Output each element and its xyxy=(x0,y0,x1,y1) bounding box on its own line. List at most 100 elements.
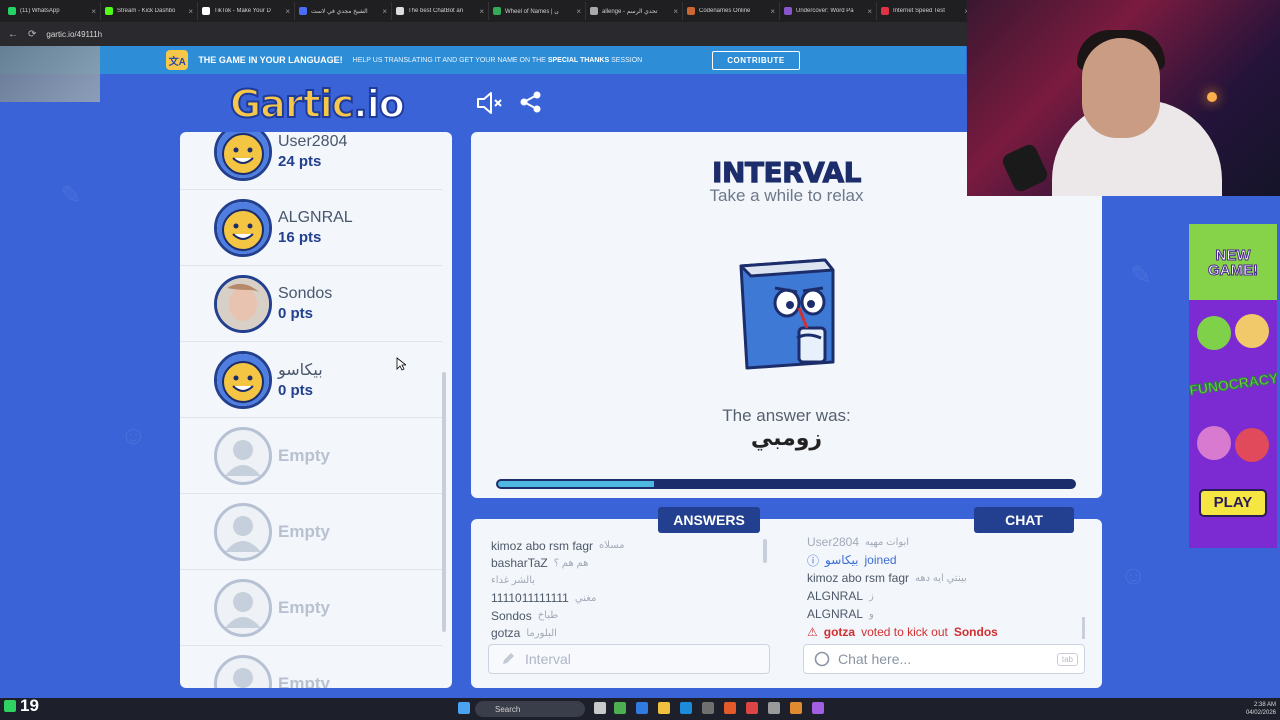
browser-tab[interactable]: Internet Speed Test× xyxy=(877,2,974,20)
taskbar-app-icon[interactable] xyxy=(768,702,780,714)
viewer-icon xyxy=(4,700,16,712)
banner-subtitle-bold: SPECIAL THANKS xyxy=(547,56,610,64)
gartic-logo[interactable]: Gartic.io xyxy=(229,81,406,127)
share-icon[interactable] xyxy=(520,91,542,113)
tab-chat[interactable]: CHAT xyxy=(974,507,1074,533)
tab-title: The best ChatBot an xyxy=(408,8,464,14)
microphone xyxy=(1000,142,1050,194)
ad-character-icon xyxy=(1235,428,1269,462)
tab-close-icon[interactable]: × xyxy=(673,7,678,16)
answers-scrollbar[interactable] xyxy=(763,539,767,563)
player-row[interactable]: Sondos 0 pts xyxy=(180,266,442,342)
sound-muted-icon[interactable] xyxy=(476,92,502,114)
taskbar-app-icon[interactable] xyxy=(680,702,692,714)
player-name: Empty xyxy=(278,445,330,465)
advertisement-banner[interactable]: NEW GAME! FUNOCRACY PLAY xyxy=(1189,224,1277,548)
avatar xyxy=(214,350,272,409)
answer-label: The answer was: xyxy=(722,406,851,425)
taskbar-app-icon[interactable] xyxy=(790,702,802,714)
reload-button[interactable]: ⟳ xyxy=(28,29,36,40)
chat-input[interactable]: Chat here... tab xyxy=(803,644,1085,674)
ad-character-icon xyxy=(1197,426,1231,460)
tab-close-icon[interactable]: × xyxy=(576,7,581,16)
banner-title: THE GAME IN YOUR LANGUAGE! xyxy=(198,55,343,65)
tab-title: Codenames Online xyxy=(699,8,751,14)
taskbar-search[interactable]: Search xyxy=(475,701,585,717)
player-row[interactable]: ALGNRAL 16 pts xyxy=(180,190,442,266)
viewer-number: 19 xyxy=(20,696,39,715)
clock-date: 04/02/2026 xyxy=(1245,710,1276,716)
players-scrollbar[interactable] xyxy=(442,372,446,632)
answer-user: 1111011111111 xyxy=(491,591,569,606)
player-info: Empty xyxy=(278,674,330,689)
answer-input[interactable]: Interval xyxy=(488,644,770,674)
tab-close-icon[interactable]: × xyxy=(770,7,775,16)
answer-item: Sondos طباخ xyxy=(491,607,771,625)
browser-tab[interactable]: Wheel of Names | ن × xyxy=(489,2,586,20)
browser-tab[interactable]: Stream - Kick Dashbo × xyxy=(101,2,198,20)
player-info: Empty xyxy=(278,446,330,466)
player-name: Sondos xyxy=(278,285,333,302)
chat-text: ز xyxy=(869,590,874,602)
tab-close-icon[interactable]: × xyxy=(382,7,387,16)
browser-tab[interactable]: (11) WhatsApp × xyxy=(4,2,101,20)
browser-tab[interactable]: Undercover: Word Pa × xyxy=(780,2,877,20)
chat-message: ALGNRAL و xyxy=(807,605,1085,623)
chat-message: User2804 ابوات مهيه xyxy=(807,533,1085,551)
background-doodle: ☺ xyxy=(1120,560,1147,590)
taskbar-app-icon[interactable] xyxy=(658,702,670,714)
player-info: Sondos 0 pts xyxy=(278,285,332,322)
taskbar-app-icon[interactable] xyxy=(594,702,606,714)
chat-user: ALGNRAL xyxy=(807,607,864,621)
avatar xyxy=(214,274,272,333)
tab-close-icon[interactable]: × xyxy=(285,7,290,16)
answer-item: kimoz abo rsm fagr مسلاه xyxy=(491,537,771,555)
url-field[interactable]: gartic.io/49111h xyxy=(46,30,102,39)
taskbar-app-icon[interactable] xyxy=(702,702,714,714)
banner-subtitle-text: HELP US TRANSLATING IT AND GET YOUR NAME… xyxy=(352,56,546,64)
taskbar-app-icon[interactable] xyxy=(724,702,736,714)
player-row[interactable]: بيكاسو 0 pts xyxy=(180,342,442,418)
player-row[interactable]: User2804 24 pts xyxy=(180,132,442,190)
chat-scrollbar[interactable] xyxy=(1082,617,1085,639)
webcam-person-face xyxy=(1082,38,1160,138)
chat-message: ⚠ gotza voted to kick out Sondos xyxy=(807,623,1085,641)
banner-subtitle: HELP US TRANSLATING IT AND GET YOUR NAME… xyxy=(353,57,643,64)
answer-guess: طباخ xyxy=(537,610,559,622)
tab-close-icon[interactable]: × xyxy=(479,7,484,16)
answer-item: basharTaZ هم هم ؟ xyxy=(491,555,771,573)
taskbar-app-icon[interactable] xyxy=(812,702,824,714)
answers-list: kimoz abo rsm fagr مسلاه basharTaZ هم هم ؟ ب… xyxy=(491,537,771,641)
tab-close-icon[interactable]: × xyxy=(867,7,872,16)
taskbar-app-icon[interactable] xyxy=(746,702,758,714)
ad-play-button[interactable]: PLAY xyxy=(1199,489,1267,517)
tab-favicon-icon xyxy=(590,7,598,15)
ad-character-icon xyxy=(1235,314,1269,348)
empty-avatar-icon xyxy=(214,654,272,688)
browser-tab[interactable]: Codenames Online × xyxy=(683,2,780,20)
tab-close-icon[interactable]: × xyxy=(188,7,193,16)
chat-user: بيكاسو xyxy=(825,553,859,567)
tab-title: allenge - تحدي الرسم xyxy=(602,8,658,15)
contribute-button[interactable]: CONTRIBUTE xyxy=(712,50,800,70)
browser-tab[interactable]: TikTok - Make Your D × xyxy=(198,2,295,20)
browser-tab[interactable]: allenge - تحدي الرسم × xyxy=(586,2,683,20)
chat-user: ALGNRAL xyxy=(807,589,864,603)
chat-user: User2804 xyxy=(807,535,860,549)
player-slot-empty: Empty xyxy=(180,494,442,570)
ad-brand: FUNOCRACY xyxy=(1189,369,1277,399)
lamp-light xyxy=(1207,92,1217,102)
taskbar-clock[interactable]: 2:38 AM 04/02/2026 xyxy=(1236,701,1276,717)
avatar xyxy=(214,132,272,181)
tab-close-icon[interactable]: × xyxy=(91,7,96,16)
windows-start-icon[interactable] xyxy=(458,702,470,714)
taskbar-app-icon[interactable] xyxy=(614,702,626,714)
chat-input-placeholder: Chat here... xyxy=(838,651,912,667)
tab-answers[interactable]: ANSWERS xyxy=(658,507,760,533)
taskbar-app-icon[interactable] xyxy=(636,702,648,714)
info-icon: ⓘ xyxy=(807,553,820,568)
back-button[interactable]: ← xyxy=(8,29,18,40)
player-points: 0 pts xyxy=(278,305,314,322)
browser-tab[interactable]: The best ChatBot an × xyxy=(392,2,489,20)
browser-tab[interactable]: الشيخ مجدي في لاست × xyxy=(295,2,392,20)
